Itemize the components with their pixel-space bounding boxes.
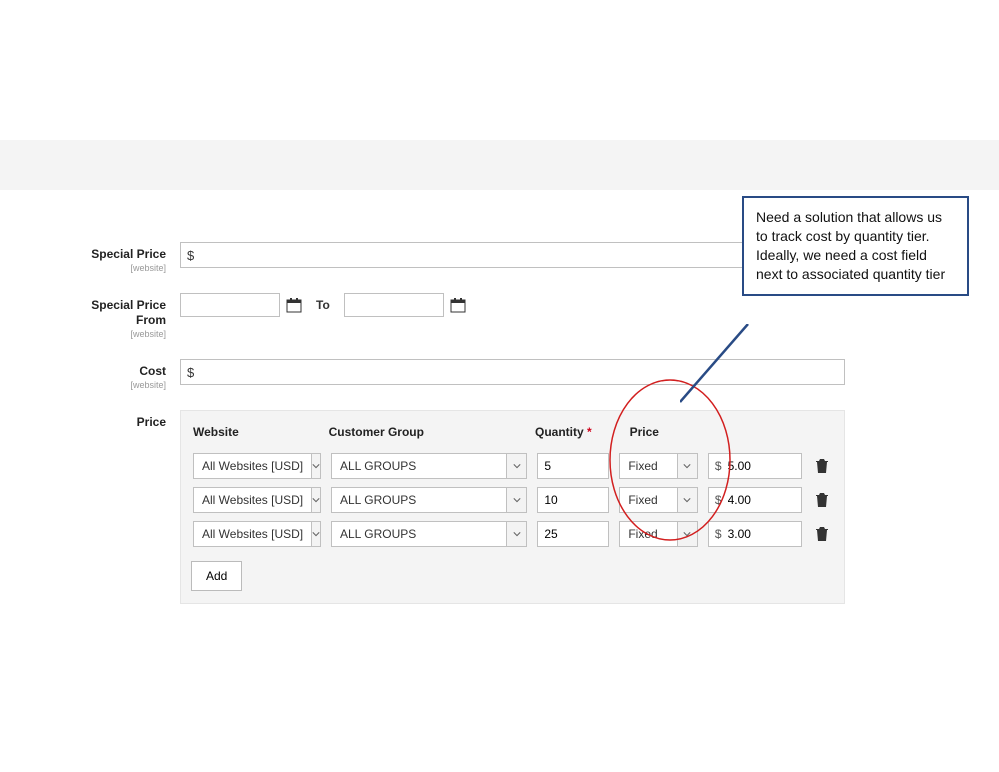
- tier-price-table: Website Customer Group Quantity * Price …: [180, 410, 845, 604]
- cost-row: Cost [website] $: [60, 359, 860, 390]
- currency-symbol: $: [715, 459, 722, 473]
- chevron-down-icon[interactable]: [311, 488, 320, 512]
- add-tier-button[interactable]: Add: [191, 561, 242, 591]
- currency-symbol: $: [187, 248, 194, 263]
- currency-symbol: $: [187, 365, 194, 380]
- special-price-from-scope: [website]: [60, 329, 166, 339]
- calendar-icon[interactable]: [450, 297, 466, 313]
- cost-scope: [website]: [60, 380, 166, 390]
- cost-label: Cost [website]: [60, 359, 180, 390]
- col-customer-group-header: Customer Group: [329, 425, 535, 439]
- special-price-scope: [website]: [60, 263, 166, 273]
- tier-price-table-header: Website Customer Group Quantity * Price: [191, 419, 834, 449]
- website-select-value: All Websites [USD]: [194, 527, 311, 541]
- price-type-select-value: Fixed: [620, 493, 677, 507]
- chevron-down-icon[interactable]: [311, 522, 320, 546]
- chevron-down-icon[interactable]: [677, 454, 697, 478]
- delete-row-button[interactable]: [812, 490, 832, 510]
- tier-price-row: Price Website Customer Group Quantity * …: [60, 410, 860, 604]
- chevron-down-icon[interactable]: [506, 488, 526, 512]
- customer-group-select-value: ALL GROUPS: [332, 527, 506, 541]
- delete-row-button[interactable]: [812, 456, 832, 476]
- price-type-select-value: Fixed: [620, 527, 677, 541]
- col-price-header: Price: [616, 425, 705, 439]
- price-amount-input-wrap[interactable]: $: [708, 453, 802, 479]
- chevron-down-icon[interactable]: [506, 454, 526, 478]
- quantity-input[interactable]: [537, 453, 609, 479]
- cost-input-wrap[interactable]: $: [180, 359, 845, 385]
- annotation-callout: Need a solution that allows us to track …: [742, 196, 969, 296]
- customer-group-select[interactable]: ALL GROUPS: [331, 453, 527, 479]
- website-select[interactable]: All Websites [USD]: [193, 453, 321, 479]
- to-label: To: [316, 298, 330, 312]
- currency-symbol: $: [715, 493, 722, 507]
- customer-group-select-value: ALL GROUPS: [332, 459, 506, 473]
- col-quantity-header-text: Quantity: [535, 425, 584, 439]
- website-select[interactable]: All Websites [USD]: [193, 521, 321, 547]
- price-amount-input[interactable]: [726, 458, 786, 474]
- price-type-select-value: Fixed: [620, 459, 677, 473]
- chevron-down-icon[interactable]: [311, 454, 320, 478]
- price-form: Special Price [website] $ Special Price …: [60, 242, 860, 624]
- currency-symbol: $: [715, 527, 722, 541]
- customer-group-select-value: ALL GROUPS: [332, 493, 506, 507]
- customer-group-select[interactable]: ALL GROUPS: [331, 521, 527, 547]
- col-quantity-header: Quantity *: [535, 425, 616, 439]
- required-star: *: [587, 425, 592, 439]
- tier-price-label: Price: [60, 410, 180, 429]
- quantity-input[interactable]: [537, 521, 609, 547]
- date-from-input[interactable]: [180, 293, 280, 317]
- table-row: All Websites [USD] ALL GROUPS Fixed $: [191, 483, 834, 517]
- special-price-label: Special Price [website]: [60, 242, 180, 273]
- table-row: All Websites [USD] ALL GROUPS Fixed $: [191, 449, 834, 483]
- table-row: All Websites [USD] ALL GROUPS Fixed $: [191, 517, 834, 551]
- price-amount-input-wrap[interactable]: $: [708, 521, 802, 547]
- delete-row-button[interactable]: [812, 524, 832, 544]
- price-type-select[interactable]: Fixed: [619, 487, 698, 513]
- price-amount-input-wrap[interactable]: $: [708, 487, 802, 513]
- col-website-header: Website: [193, 425, 329, 439]
- chevron-down-icon[interactable]: [677, 488, 697, 512]
- quantity-input[interactable]: [537, 487, 609, 513]
- chevron-down-icon[interactable]: [677, 522, 697, 546]
- website-select[interactable]: All Websites [USD]: [193, 487, 321, 513]
- calendar-icon[interactable]: [286, 297, 302, 313]
- special-price-label-text: Special Price: [91, 247, 166, 261]
- date-range-wrap: To: [180, 293, 466, 317]
- website-select-value: All Websites [USD]: [194, 459, 311, 473]
- special-price-row: Special Price [website] $: [60, 242, 860, 273]
- annotation-text: Need a solution that allows us to track …: [756, 209, 945, 282]
- cost-label-text: Cost: [139, 364, 166, 378]
- price-type-select[interactable]: Fixed: [619, 521, 698, 547]
- top-band: [0, 140, 999, 190]
- cost-input[interactable]: [194, 361, 844, 383]
- special-price-from-label: Special Price From [website]: [60, 293, 180, 339]
- price-type-select[interactable]: Fixed: [619, 453, 698, 479]
- date-to-input[interactable]: [344, 293, 444, 317]
- special-price-from-row: Special Price From [website] To: [60, 293, 860, 339]
- tier-price-label-text: Price: [137, 415, 166, 429]
- tier-price-rows: All Websites [USD]ALL GROUPSFixed$All We…: [191, 449, 834, 551]
- website-select-value: All Websites [USD]: [194, 493, 311, 507]
- chevron-down-icon[interactable]: [506, 522, 526, 546]
- price-amount-input[interactable]: [726, 492, 786, 508]
- price-amount-input[interactable]: [726, 526, 786, 542]
- customer-group-select[interactable]: ALL GROUPS: [331, 487, 527, 513]
- special-price-from-label-text: Special Price From: [91, 298, 166, 327]
